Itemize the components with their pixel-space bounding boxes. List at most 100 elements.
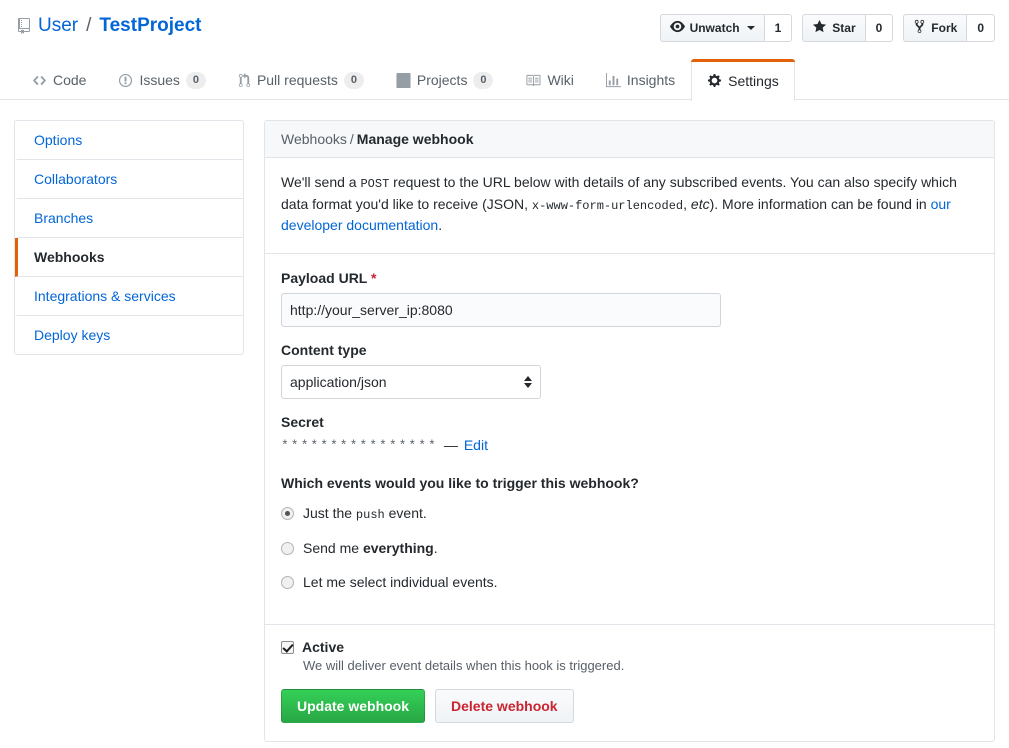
tab-issues-label: Issues (139, 72, 179, 88)
tab-issues[interactable]: Issues 0 (102, 59, 221, 100)
tab-settings[interactable]: Settings (691, 59, 795, 101)
unwatch-label: Unwatch (690, 21, 740, 35)
sidebar-item-webhooks[interactable]: Webhooks (15, 238, 243, 277)
repo-owner-link[interactable]: User (38, 14, 78, 38)
active-checkbox-row[interactable]: Active (281, 639, 978, 655)
content-type-selected-value: application/json (290, 374, 387, 390)
payload-url-label: Payload URL * (281, 270, 978, 286)
graph-icon (606, 73, 621, 88)
webhook-form: Payload URL * Content type application/j… (265, 254, 994, 624)
breadcrumb-current: Manage webhook (357, 131, 474, 147)
event-option-push-label: Just the push event. (303, 505, 427, 522)
secret-label: Secret (281, 414, 978, 430)
webhook-description: We'll send a POST request to the URL bel… (265, 158, 994, 254)
active-checkbox[interactable] (281, 641, 294, 654)
payload-url-label-text: Payload URL (281, 270, 367, 286)
secret-value-row: **************** — Edit (281, 437, 978, 453)
star-count[interactable]: 0 (865, 14, 894, 42)
unwatch-button[interactable]: Unwatch (660, 14, 764, 42)
desc-part1: We'll send a (281, 174, 360, 190)
secret-edit-link[interactable]: Edit (464, 437, 488, 453)
update-webhook-button[interactable]: Update webhook (281, 689, 425, 723)
secret-dash: — (444, 437, 458, 453)
gear-icon (707, 73, 722, 88)
issues-count: 0 (186, 72, 206, 89)
secret-field: Secret **************** — Edit (281, 414, 978, 453)
radio-push[interactable] (281, 507, 294, 520)
eye-icon (670, 19, 685, 37)
event-everything-strong: everything (363, 540, 434, 556)
content-type-field: Content type application/json (281, 342, 978, 399)
repo-separator: / (86, 14, 91, 38)
webhook-footer: Active We will deliver event details whe… (265, 624, 994, 741)
sidebar-item-collaborators[interactable]: Collaborators (15, 160, 243, 199)
event-option-individual-label: Let me select individual events. (303, 574, 498, 590)
desc-code-urlencoded: x-www-form-urlencoded (532, 199, 683, 213)
secret-masked-value: **************** (281, 438, 438, 453)
chevron-down-icon (747, 26, 755, 30)
event-option-everything-label: Send me everything. (303, 540, 438, 556)
desc-part3: , (683, 196, 691, 212)
star-button[interactable]: Star (802, 14, 864, 42)
repo-book-icon (16, 18, 32, 34)
breadcrumb: Webhooks/Manage webhook (265, 121, 994, 158)
event-push-prefix: Just the (303, 505, 356, 521)
repo-nav-tabs: Code Issues 0 Pull requests 0 (16, 58, 993, 100)
star-icon (812, 19, 827, 37)
active-note: We will deliver event details when this … (303, 658, 978, 673)
payload-url-field: Payload URL * (281, 270, 978, 327)
git-pull-request-icon (238, 73, 251, 88)
fork-count[interactable]: 0 (966, 14, 995, 42)
pull-requests-count: 0 (344, 72, 364, 89)
manage-webhook-panel: Webhooks/Manage webhook We'll send a POS… (264, 120, 995, 742)
content-type-select-wrap: application/json (281, 365, 541, 399)
desc-etc: etc (691, 196, 710, 212)
event-everything-suffix: . (434, 540, 438, 556)
tab-pull-requests-label: Pull requests (257, 72, 338, 88)
code-icon (32, 73, 47, 88)
tab-wiki[interactable]: Wiki (509, 59, 589, 100)
watch-button-group: Unwatch 1 (660, 14, 793, 42)
projects-count: 0 (473, 72, 493, 89)
content-type-select[interactable]: application/json (281, 365, 541, 399)
fork-button-group: Fork 0 (903, 14, 995, 42)
star-label: Star (832, 21, 855, 35)
repo-actions: Unwatch 1 Star 0 (660, 14, 995, 42)
watch-count[interactable]: 1 (764, 14, 793, 42)
payload-url-input[interactable] (281, 293, 721, 327)
tab-settings-label: Settings (728, 73, 779, 89)
radio-everything[interactable] (281, 542, 294, 555)
desc-part4: ). More information can be found in (710, 196, 931, 212)
fork-button[interactable]: Fork (903, 14, 966, 42)
sidebar-item-options[interactable]: Options (15, 121, 243, 160)
content-type-label: Content type (281, 342, 978, 358)
repo-name-link[interactable]: TestProject (99, 14, 201, 38)
event-option-everything[interactable]: Send me everything. (281, 540, 978, 556)
event-push-code: push (356, 508, 385, 522)
events-question: Which events would you like to trigger t… (281, 475, 978, 491)
sidebar-item-deploy-keys[interactable]: Deploy keys (15, 316, 243, 354)
radio-individual[interactable] (281, 576, 294, 589)
fork-icon (913, 19, 926, 37)
tab-projects-label: Projects (417, 72, 468, 88)
required-marker: * (371, 270, 376, 286)
tab-wiki-label: Wiki (547, 72, 573, 88)
tab-code-label: Code (53, 72, 86, 88)
event-everything-prefix: Send me (303, 540, 363, 556)
star-button-group: Star 0 (802, 14, 893, 42)
tab-insights[interactable]: Insights (590, 59, 691, 100)
tab-insights-label: Insights (627, 72, 675, 88)
desc-code-post: POST (360, 177, 389, 191)
book-icon (525, 73, 541, 88)
sidebar-item-branches[interactable]: Branches (15, 199, 243, 238)
settings-sidebar: Options Collaborators Branches Webhooks … (14, 120, 244, 355)
tab-code[interactable]: Code (16, 59, 102, 100)
event-option-individual[interactable]: Let me select individual events. (281, 574, 978, 590)
event-option-push[interactable]: Just the push event. (281, 505, 978, 522)
breadcrumb-webhooks-link[interactable]: Webhooks (281, 131, 347, 147)
tab-pull-requests[interactable]: Pull requests 0 (222, 59, 380, 100)
tab-projects[interactable]: Projects 0 (380, 59, 510, 100)
form-actions: Update webhook Delete webhook (281, 689, 978, 723)
sidebar-item-integrations-services[interactable]: Integrations & services (15, 277, 243, 316)
delete-webhook-button[interactable]: Delete webhook (435, 689, 574, 723)
